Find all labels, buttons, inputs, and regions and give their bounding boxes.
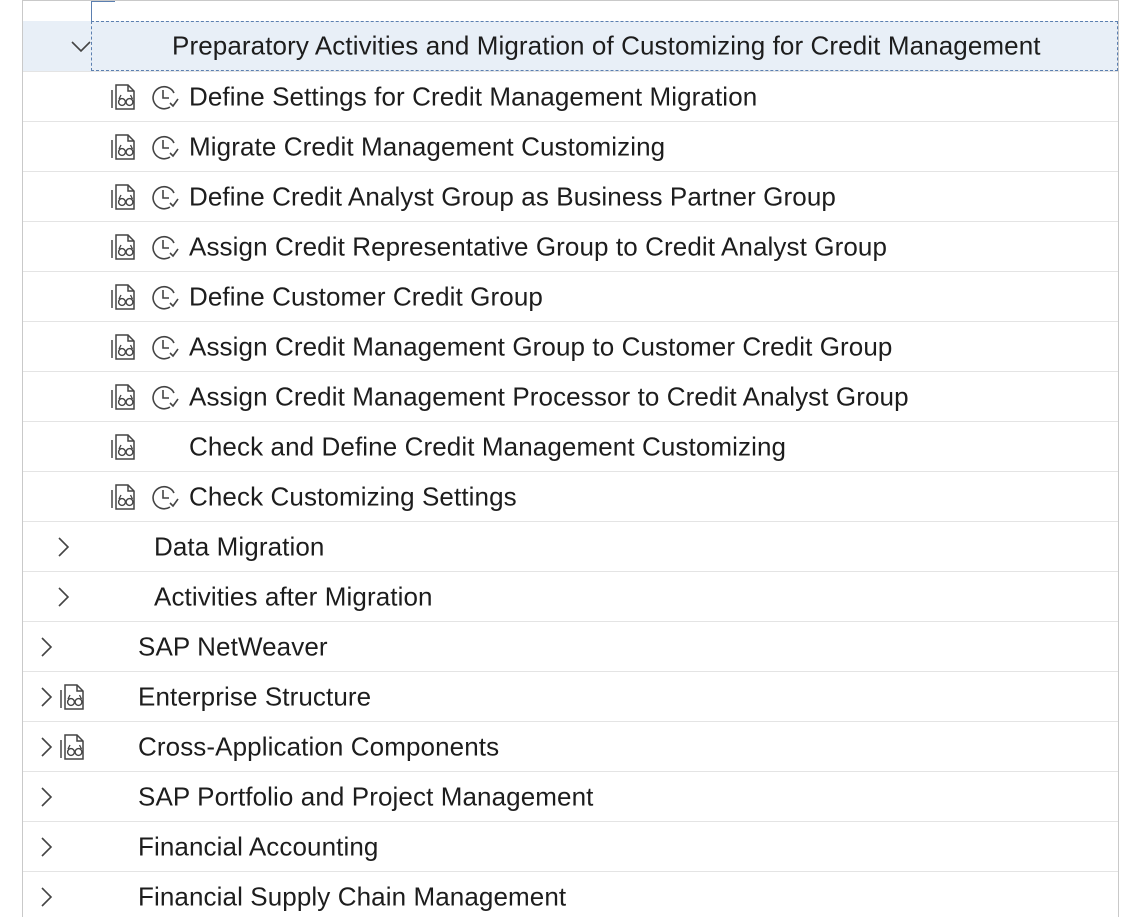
tree-activity-row[interactable]: Check Customizing Settings [23, 472, 1118, 522]
activity-status-icon[interactable] [148, 181, 180, 213]
tree-activity-label[interactable]: Check Customizing Settings [189, 481, 517, 512]
chevron-right-icon[interactable] [36, 634, 56, 660]
tree-node-top-level[interactable]: SAP NetWeaver [23, 622, 1118, 672]
documentation-icon[interactable] [57, 731, 89, 763]
documentation-icon[interactable] [108, 281, 140, 313]
tree-activity-row[interactable]: Define Credit Analyst Group as Business … [23, 172, 1118, 222]
chevron-right-icon[interactable] [36, 784, 56, 810]
tree-activity-row[interactable]: Define Customer Credit Group [23, 272, 1118, 322]
focus-outline-tick [91, 1, 92, 21]
tree-activity-label[interactable]: Check and Define Credit Management Custo… [189, 431, 786, 462]
img-structure-tree: Preparatory Activities and Migration of … [22, 0, 1119, 917]
documentation-icon[interactable] [108, 181, 140, 213]
activity-status-icon[interactable] [148, 281, 180, 313]
tree-activity-label[interactable]: Assign Credit Management Processor to Cr… [189, 381, 909, 412]
tree-node-label: Enterprise Structure [138, 681, 372, 711]
tree-node-top-level[interactable]: SAP Portfolio and Project Management [23, 772, 1118, 822]
tree-activity-label[interactable]: Assign Credit Management Group to Custom… [189, 331, 892, 362]
activity-status-icon[interactable] [148, 81, 180, 113]
tree-node-label: SAP NetWeaver [138, 631, 328, 661]
tree-node-label: SAP Portfolio and Project Management [138, 781, 594, 811]
tree-activity-row[interactable]: Assign Credit Management Group to Custom… [23, 322, 1118, 372]
tree-node-top-level[interactable]: Financial Accounting [23, 822, 1118, 872]
documentation-icon[interactable] [57, 681, 89, 713]
documentation-icon[interactable] [108, 481, 140, 513]
activity-status-icon[interactable] [148, 131, 180, 163]
tree-node-top-level[interactable]: Cross-Application Components [23, 722, 1118, 772]
tree-activity-row[interactable]: Define Settings for Credit Management Mi… [23, 72, 1118, 122]
chevron-right-icon[interactable] [36, 834, 56, 860]
tree-node-label: Financial Supply Chain Management [138, 881, 567, 911]
tree-activity-label[interactable]: Define Customer Credit Group [189, 281, 543, 312]
documentation-icon[interactable] [108, 81, 140, 113]
tree-node-activities-after-migration[interactable]: Activities after Migration [23, 572, 1118, 622]
tree-activity-label[interactable]: Migrate Credit Management Customizing [189, 131, 665, 162]
tree-activity-row[interactable]: Migrate Credit Management Customizing [23, 122, 1118, 172]
documentation-icon[interactable] [108, 331, 140, 363]
chevron-right-icon[interactable] [36, 884, 56, 910]
documentation-icon[interactable] [108, 431, 140, 463]
activity-status-icon[interactable] [148, 381, 180, 413]
tree-node-label: Cross-Application Components [138, 731, 500, 761]
documentation-icon[interactable] [108, 131, 140, 163]
activity-status-icon[interactable] [148, 331, 180, 363]
activity-status-icon[interactable] [148, 231, 180, 263]
tree-activity-label[interactable]: Assign Credit Representative Group to Cr… [189, 231, 887, 262]
tree-node-preparatory-activities[interactable]: Preparatory Activities and Migration of … [23, 1, 1118, 72]
chevron-right-icon[interactable] [53, 534, 73, 560]
chevron-right-icon[interactable] [36, 684, 56, 710]
tree-node-label: Activities after Migration [154, 581, 433, 611]
tree-node-label: Preparatory Activities and Migration of … [172, 30, 1041, 61]
documentation-icon[interactable] [108, 231, 140, 263]
chevron-down-icon[interactable] [69, 33, 91, 59]
tree-node-data-migration[interactable]: Data Migration [23, 522, 1118, 572]
tree-activity-label[interactable]: Define Settings for Credit Management Mi… [189, 81, 757, 112]
tree-node-top-level[interactable]: Enterprise Structure [23, 672, 1118, 722]
focus-outline-top [91, 1, 115, 2]
chevron-right-icon[interactable] [53, 584, 73, 610]
documentation-icon[interactable] [108, 381, 140, 413]
activity-status-icon[interactable] [148, 481, 180, 513]
tree-activity-label[interactable]: Define Credit Analyst Group as Business … [189, 181, 836, 212]
tree-activity-row[interactable]: Assign Credit Management Processor to Cr… [23, 372, 1118, 422]
tree-activity-row[interactable]: Check and Define Credit Management Custo… [23, 422, 1118, 472]
tree-activity-row[interactable]: Assign Credit Representative Group to Cr… [23, 222, 1118, 272]
chevron-right-icon[interactable] [36, 734, 56, 760]
tree-node-label: Financial Accounting [138, 831, 379, 861]
tree-node-top-level[interactable]: Financial Supply Chain Management [23, 872, 1118, 917]
tree-node-label: Data Migration [154, 531, 325, 561]
